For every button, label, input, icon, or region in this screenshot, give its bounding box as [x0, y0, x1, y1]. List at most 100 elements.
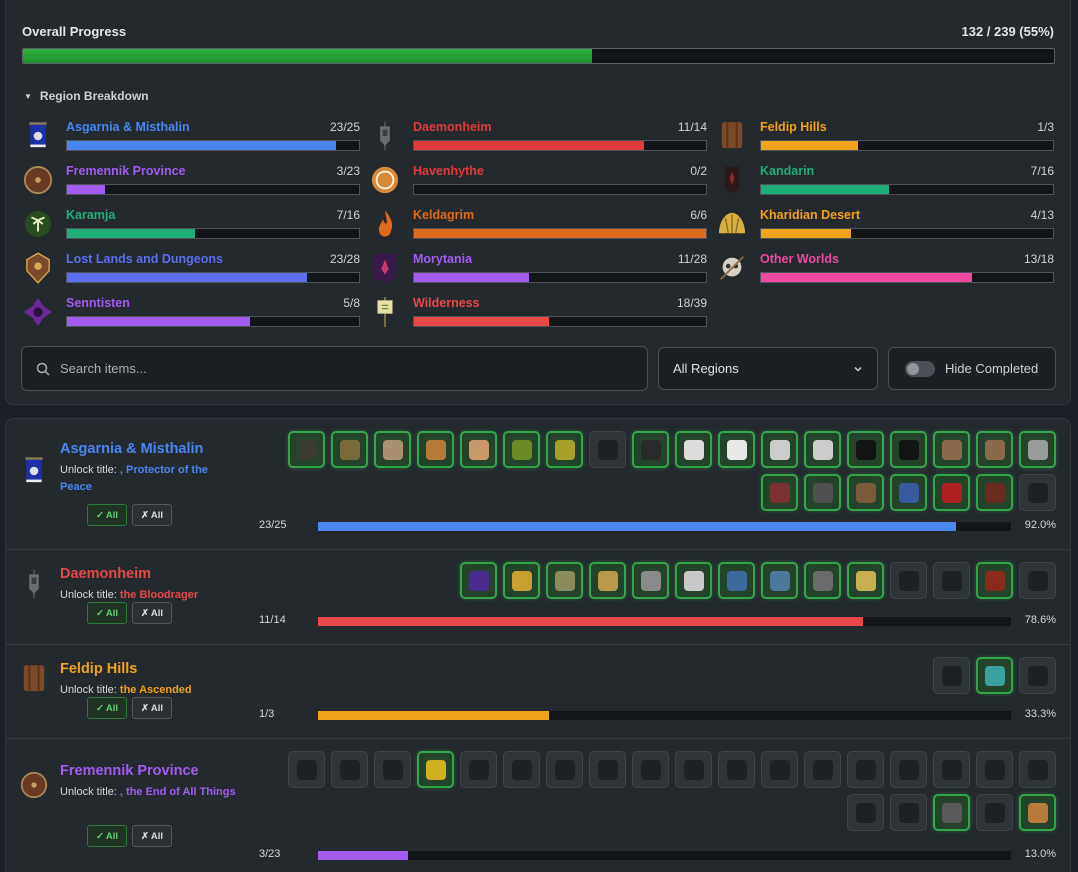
region-row[interactable]: Kharidian Desert 4/13 [716, 206, 1056, 244]
search-field[interactable] [21, 346, 648, 391]
region-row[interactable]: Feldip Hills 1/3 [716, 118, 1056, 156]
region-row[interactable]: Lost Lands and Dungeons 23/28 [22, 250, 369, 288]
item-slot[interactable] [761, 474, 798, 511]
item-slot[interactable] [589, 431, 626, 468]
item-slot[interactable] [804, 431, 841, 468]
region-row[interactable]: Morytania 11/28 [369, 250, 716, 288]
uncheck-all-button[interactable]: ✗ All [132, 602, 172, 624]
region-select[interactable]: All Regions [658, 347, 878, 390]
item-slot[interactable] [933, 751, 970, 788]
item-slot[interactable] [546, 562, 583, 599]
item-slot[interactable] [1019, 562, 1056, 599]
item-slot[interactable] [761, 751, 798, 788]
item-slot[interactable] [503, 431, 540, 468]
item-slot[interactable] [632, 431, 669, 468]
item-slot[interactable] [976, 657, 1013, 694]
region-row[interactable]: Wilderness 18/39 [369, 294, 716, 332]
item-slot[interactable] [890, 751, 927, 788]
item-slot[interactable] [546, 751, 583, 788]
item-slot[interactable] [331, 751, 368, 788]
item-slot[interactable] [847, 751, 884, 788]
item-slot[interactable] [503, 562, 540, 599]
region-row[interactable]: Kandarin 7/16 [716, 162, 1056, 200]
region-row[interactable]: Havenhythe 0/2 [369, 162, 716, 200]
item-slot[interactable] [847, 431, 884, 468]
item-slot[interactable] [288, 751, 325, 788]
toggle-switch[interactable] [905, 360, 935, 377]
item-slot[interactable] [718, 431, 755, 468]
item-slot[interactable] [1019, 751, 1056, 788]
item-slot[interactable] [933, 657, 970, 694]
item-slot[interactable] [589, 751, 626, 788]
item-icon [769, 759, 790, 780]
unlock-title: the Bloodrager [119, 589, 199, 601]
item-slot[interactable] [890, 794, 927, 831]
item-slot[interactable] [718, 562, 755, 599]
item-slot[interactable] [589, 562, 626, 599]
check-all-button[interactable]: ✓ All [87, 825, 127, 847]
item-slot[interactable] [890, 562, 927, 599]
unlock-title-text: Unlock title: , the End of All Things [60, 784, 240, 801]
uncheck-all-button[interactable]: ✗ All [132, 504, 172, 526]
region-row[interactable]: Other Worlds 13/18 [716, 250, 1056, 288]
region-row[interactable]: Senntisten 5/8 [22, 294, 369, 332]
item-slot[interactable] [1019, 657, 1056, 694]
item-slot[interactable] [804, 562, 841, 599]
region-row[interactable]: Fremennik Province 3/23 [22, 162, 369, 200]
item-slot[interactable] [632, 751, 669, 788]
item-slot[interactable] [976, 431, 1013, 468]
item-slot[interactable] [288, 431, 325, 468]
region-row[interactable]: Karamja 7/16 [22, 206, 369, 244]
item-slot[interactable] [890, 474, 927, 511]
item-slot[interactable] [675, 751, 712, 788]
check-all-button[interactable]: ✓ All [87, 697, 127, 719]
item-slot[interactable] [460, 562, 497, 599]
region-name: Morytania [413, 252, 473, 266]
item-slot[interactable] [675, 562, 712, 599]
search-input[interactable] [60, 361, 620, 376]
item-slot[interactable] [761, 431, 798, 468]
item-slot[interactable] [1019, 431, 1056, 468]
uncheck-all-button[interactable]: ✗ All [132, 697, 172, 719]
uncheck-all-button[interactable]: ✗ All [132, 825, 172, 847]
item-slot[interactable] [417, 751, 454, 788]
item-slot[interactable] [1019, 794, 1056, 831]
item-slot[interactable] [847, 562, 884, 599]
item-slot[interactable] [804, 751, 841, 788]
check-all-button[interactable]: ✓ All [87, 504, 127, 526]
item-slot[interactable] [632, 562, 669, 599]
item-slot[interactable] [847, 794, 884, 831]
item-slot[interactable] [976, 794, 1013, 831]
item-slot[interactable] [503, 751, 540, 788]
item-slot[interactable] [890, 431, 927, 468]
hide-completed-toggle[interactable]: Hide Completed [888, 347, 1056, 390]
item-slot[interactable] [933, 431, 970, 468]
item-slot[interactable] [460, 431, 497, 468]
item-slot[interactable] [847, 474, 884, 511]
region-breakdown-toggle[interactable]: ▼ Region Breakdown [24, 89, 149, 103]
item-slot[interactable] [675, 431, 712, 468]
item-slot[interactable] [374, 431, 411, 468]
item-slot[interactable] [933, 474, 970, 511]
region-progress-fill [761, 141, 859, 150]
item-slot[interactable] [761, 562, 798, 599]
item-slot[interactable] [546, 431, 583, 468]
item-slot[interactable] [1019, 474, 1056, 511]
item-slot[interactable] [374, 751, 411, 788]
item-slot[interactable] [718, 751, 755, 788]
item-slot[interactable] [933, 794, 970, 831]
item-slot[interactable] [331, 431, 368, 468]
item-slot[interactable] [976, 474, 1013, 511]
check-all-button[interactable]: ✓ All [87, 602, 127, 624]
item-slot[interactable] [976, 562, 1013, 599]
region-row[interactable]: Keldagrim 6/6 [369, 206, 716, 244]
item-slot[interactable] [933, 562, 970, 599]
section-progress-bar [318, 711, 1011, 720]
region-row[interactable]: Asgarnia & Misthalin 23/25 [22, 118, 369, 156]
region-row[interactable]: Daemonheim 11/14 [369, 118, 716, 156]
item-slot[interactable] [417, 431, 454, 468]
item-slot[interactable] [804, 474, 841, 511]
region-body: Daemonheim 11/14 [413, 118, 707, 151]
item-slot[interactable] [460, 751, 497, 788]
item-slot[interactable] [976, 751, 1013, 788]
